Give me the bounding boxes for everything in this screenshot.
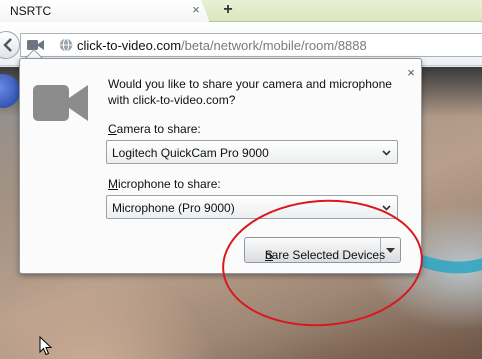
video-camera-icon (33, 85, 88, 121)
chevron-down-icon (382, 150, 391, 156)
new-tab-button[interactable]: + (218, 1, 238, 19)
url-bar[interactable]: click-to-video.com/beta/network/mobile/r… (20, 33, 482, 57)
permission-question: Would you like to share your camera and … (108, 77, 392, 107)
camera-label-accesskey: C (108, 122, 117, 136)
camera-label: Camera to share: (108, 122, 201, 136)
tab-title: NSRTC (10, 4, 52, 18)
camera-label-text: amera to share: (116, 122, 201, 136)
tab-close-button[interactable]: × (190, 3, 202, 17)
tab-strip: NSRTC × + (0, 0, 482, 23)
video-camera-icon[interactable] (27, 39, 45, 51)
url-path: /beta/network/mobile/room/8888 (181, 38, 367, 53)
microphone-label: Microphone to share: (108, 177, 221, 191)
back-button[interactable] (0, 31, 20, 59)
microphone-select-value: Microphone (Pro 9000) (112, 201, 235, 215)
tab-nsrtc[interactable]: NSRTC × (0, 0, 210, 23)
microphone-label-accesskey: M (108, 177, 118, 191)
camera-select[interactable]: Logitech QuickCam Pro 9000 (106, 140, 398, 164)
url-text[interactable]: click-to-video.com/beta/network/mobile/r… (77, 38, 367, 53)
globe-icon[interactable] (59, 38, 73, 52)
microphone-label-text: icrophone to share: (118, 177, 221, 191)
arrow-left-icon (3, 38, 12, 52)
camera-select-value: Logitech QuickCam Pro 9000 (112, 146, 269, 160)
mouse-cursor-icon (39, 336, 53, 356)
url-host: click-to-video.com (77, 38, 182, 53)
